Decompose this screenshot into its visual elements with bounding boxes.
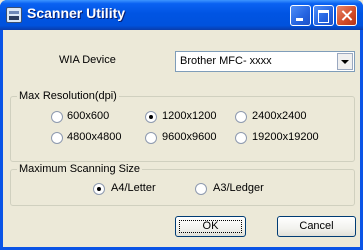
option-label-4800x4800: 4800x4800	[67, 131, 122, 143]
max-scanning-size-group: Maximum Scanning Size A4/Letter A3/Ledge…	[10, 163, 355, 206]
option-label-2400x2400: 2400x2400	[252, 110, 307, 122]
close-button[interactable]	[336, 5, 357, 26]
scanner-icon	[6, 7, 22, 23]
option-label-1200x1200: 1200x1200	[162, 110, 217, 122]
scanner-utility-window: Scanner Utility WIA Device Brother MFC- …	[0, 0, 363, 250]
max-resolution-group: Max Resolution(dpi) 600x600 1200x1200 24…	[10, 90, 355, 162]
option-label-a3-ledger: A3/Ledger	[213, 182, 264, 194]
option-label-19200x19200: 19200x19200	[252, 131, 319, 143]
maximize-button[interactable]	[313, 5, 334, 26]
wia-device-value: Brother MFC- xxxx	[180, 55, 272, 67]
wia-device-label: WIA Device	[59, 54, 116, 66]
title-bar[interactable]: Scanner Utility	[0, 0, 363, 30]
option-label-9600x9600: 9600x9600	[162, 131, 217, 143]
radio-2400x2400[interactable]	[235, 111, 247, 123]
minimize-button[interactable]	[290, 5, 311, 26]
radio-9600x9600[interactable]	[145, 132, 157, 144]
cancel-button[interactable]: Cancel	[277, 216, 356, 237]
radio-19200x19200[interactable]	[235, 132, 247, 144]
chevron-down-icon[interactable]	[337, 53, 353, 70]
max-resolution-title: Max Resolution(dpi)	[17, 90, 119, 102]
radio-1200x1200[interactable]	[145, 111, 157, 123]
radio-a3-ledger[interactable]	[195, 183, 207, 195]
option-label-a4-letter: A4/Letter	[111, 182, 156, 194]
option-label-600x600: 600x600	[67, 110, 110, 122]
ok-button[interactable]: OK	[175, 216, 246, 237]
max-scanning-size-title: Maximum Scanning Size	[17, 163, 143, 175]
radio-600x600[interactable]	[51, 111, 63, 123]
window-title: Scanner Utility	[27, 5, 126, 21]
radio-4800x4800[interactable]	[51, 132, 63, 144]
wia-device-select[interactable]: Brother MFC- xxxx	[175, 51, 355, 72]
dialog-body: WIA Device Brother MFC- xxxx Max Resolut…	[3, 30, 360, 247]
radio-a4-letter[interactable]	[93, 183, 105, 195]
